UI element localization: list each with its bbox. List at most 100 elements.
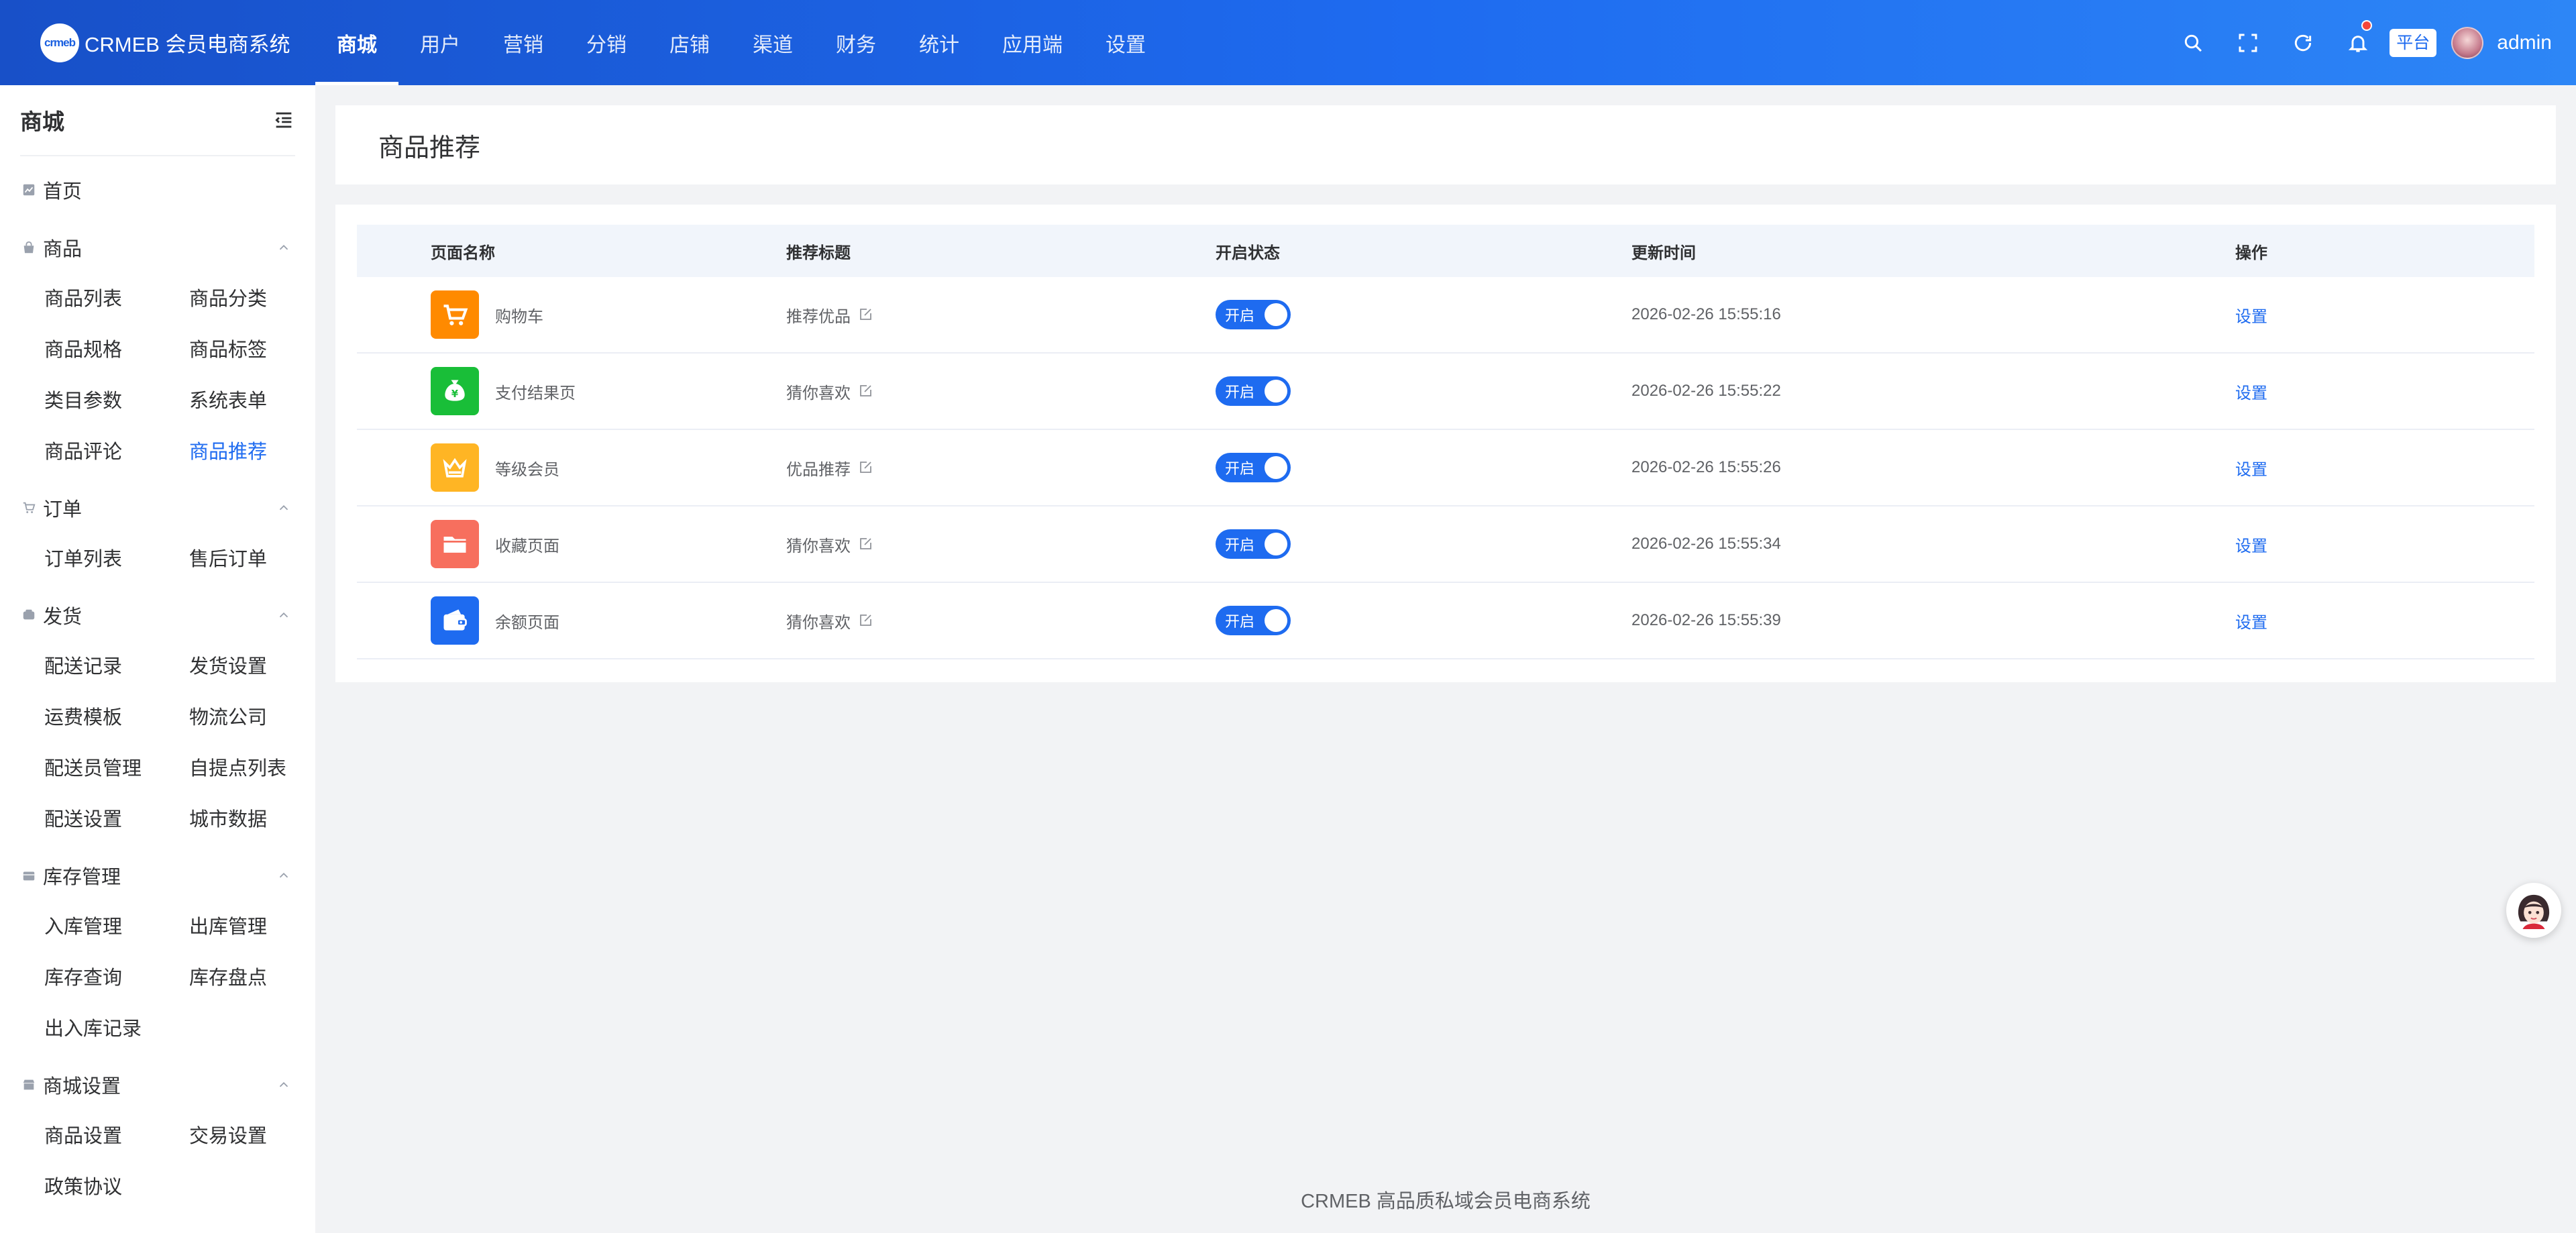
sidebar-item-freight-template[interactable]: 运费模板 <box>44 690 189 741</box>
row-page-name: 购物车 <box>495 307 543 326</box>
fullscreen-icon[interactable] <box>2220 0 2275 85</box>
topnav-item-statistics[interactable]: 统计 <box>898 0 981 85</box>
sidebar-item-courier-manage[interactable]: 配送员管理 <box>44 741 189 792</box>
sidebar-item-order-list[interactable]: 订单列表 <box>44 532 189 583</box>
row-updated-time: 2026-02-26 15:55:16 <box>1631 305 1781 323</box>
chevron-up-icon <box>279 872 288 878</box>
toggle-label: 开启 <box>1225 537 1255 553</box>
edit-icon[interactable] <box>857 536 873 552</box>
refresh-icon[interactable] <box>2275 0 2330 85</box>
edit-icon[interactable] <box>857 612 873 629</box>
edit-icon[interactable] <box>857 307 873 323</box>
sidebar-item-system-form[interactable]: 系统表单 <box>189 374 315 425</box>
row-title: 猜你喜欢 <box>786 613 851 632</box>
cart-icon <box>431 290 479 339</box>
sidebar-item-stock-out[interactable]: 出库管理 <box>189 900 315 951</box>
sidebar-item-delivery-settings[interactable]: 发货设置 <box>189 639 315 690</box>
collapse-menu-icon[interactable] <box>272 109 295 131</box>
toggle-label: 开启 <box>1225 307 1255 324</box>
header-tools: 平台 admin <box>2165 0 2556 85</box>
edit-icon[interactable] <box>857 383 873 399</box>
sidebar-group-label: 商品 <box>43 239 83 260</box>
topnav-item-distribution[interactable]: 分销 <box>565 0 648 85</box>
topnav-item-marketing[interactable]: 营销 <box>482 0 565 85</box>
table-row: 余额页面 猜你喜欢 开启 2026-02-26 15:55:39 设置 <box>357 583 2534 659</box>
sidebar-item-policy[interactable]: 政策协议 <box>44 1160 189 1211</box>
table-row: ¥ 支付结果页 猜你喜欢 开启 2026-02-26 15:55:22 设置 <box>357 354 2534 430</box>
avatar[interactable] <box>2451 26 2484 59</box>
brand[interactable]: crmeb CRMEB 会员电商系统 <box>0 0 315 85</box>
toggle-label: 开启 <box>1225 613 1255 630</box>
recommend-table-panel: 页面名称 推荐标题 开启状态 更新时间 操作 购物车 推荐优品 开启 2026-… <box>335 205 2556 682</box>
status-toggle[interactable]: 开启 <box>1216 606 1291 635</box>
row-updated-time: 2026-02-26 15:55:22 <box>1631 382 1781 400</box>
row-page-name: 等级会员 <box>495 460 559 479</box>
topnav-item-user[interactable]: 用户 <box>398 0 482 85</box>
sidebar-group-head-delivery[interactable]: 发货 <box>0 591 315 639</box>
topnav-item-shop[interactable]: 商城 <box>315 0 398 85</box>
topnav-item-finance[interactable]: 财务 <box>814 0 898 85</box>
sidebar-item-logistics-company[interactable]: 物流公司 <box>189 690 315 741</box>
customer-service-avatar[interactable] <box>2506 883 2561 938</box>
row-settings-link[interactable]: 设置 <box>2235 537 2267 555</box>
crown-icon <box>431 443 479 492</box>
row-updated-time: 2026-02-26 15:55:39 <box>1631 611 1781 629</box>
sidebar-item-product-review[interactable]: 商品评论 <box>44 425 189 476</box>
table-row: 收藏页面 猜你喜欢 开启 2026-02-26 15:55:34 设置 <box>357 506 2534 583</box>
sidebar-group-head-inventory[interactable]: 库存管理 <box>0 851 315 900</box>
status-toggle[interactable]: 开启 <box>1216 453 1291 482</box>
status-toggle[interactable]: 开启 <box>1216 300 1291 329</box>
sidebar-item-product-tag[interactable]: 商品标签 <box>189 323 315 374</box>
sidebar-item-product-spec[interactable]: 商品规格 <box>44 323 189 374</box>
page-footer: CRMEB 高品质私域会员电商系统 <box>1301 1191 1591 1212</box>
bell-icon[interactable] <box>2330 0 2385 85</box>
sidebar-item-product-recommend[interactable]: 商品推荐 <box>189 425 315 476</box>
sidebar-item-aftersale-order[interactable]: 售后订单 <box>189 532 315 583</box>
topnav-item-app[interactable]: 应用端 <box>981 0 1084 85</box>
sidebar-item-stock-records[interactable]: 出入库记录 <box>44 1002 189 1053</box>
sidebar-item-product-settings[interactable]: 商品设置 <box>44 1109 189 1160</box>
row-settings-link[interactable]: 设置 <box>2235 614 2267 632</box>
sidebar-group-order: 订单 订单列表 售后订单 <box>0 484 315 583</box>
sidebar-item-trade-settings[interactable]: 交易设置 <box>189 1109 315 1160</box>
topnav-item-store[interactable]: 店铺 <box>648 0 731 85</box>
sidebar-item-dispatch-settings[interactable]: 配送设置 <box>44 792 189 843</box>
home-icon <box>23 184 35 196</box>
sidebar-item-home[interactable]: 首页 <box>0 164 315 215</box>
sidebar-group-head-order[interactable]: 订单 <box>0 484 315 532</box>
status-toggle[interactable]: 开启 <box>1216 529 1291 559</box>
search-icon[interactable] <box>2165 0 2220 85</box>
topnav-item-settings[interactable]: 设置 <box>1084 0 1167 85</box>
chevron-up-icon <box>279 504 288 511</box>
sidebar-item-label: 首页 <box>43 181 83 203</box>
row-settings-link[interactable]: 设置 <box>2235 384 2267 403</box>
sidebar-group-head-product[interactable]: 商品 <box>0 223 315 272</box>
row-settings-link[interactable]: 设置 <box>2235 461 2267 479</box>
sidebar-item-product-category[interactable]: 商品分类 <box>189 272 315 323</box>
sidebar-group-label: 发货 <box>43 606 83 628</box>
sidebar-group-head-shop-settings[interactable]: 商城设置 <box>0 1061 315 1109</box>
truck-icon <box>23 609 35 620</box>
assistant-icon <box>2512 889 2555 932</box>
edit-icon[interactable] <box>857 460 873 476</box>
username[interactable]: admin <box>2497 32 2552 54</box>
top-bar: crmeb CRMEB 会员电商系统 商城 用户 营销 分销 店铺 渠道 财务 … <box>0 0 2576 85</box>
row-updated-time: 2026-02-26 15:55:26 <box>1631 458 1781 476</box>
page-title: 商品推荐 <box>378 133 481 162</box>
sidebar-item-city-data[interactable]: 城市数据 <box>189 792 315 843</box>
sidebar-item-product-list[interactable]: 商品列表 <box>44 272 189 323</box>
sidebar-item-delivery-record[interactable]: 配送记录 <box>44 639 189 690</box>
platform-badge[interactable]: 平台 <box>2390 28 2437 57</box>
topnav-item-channel[interactable]: 渠道 <box>731 0 814 85</box>
store-icon <box>23 1079 35 1090</box>
sidebar-item-stock-query[interactable]: 库存查询 <box>44 951 189 1002</box>
sidebar-item-category-params[interactable]: 类目参数 <box>44 374 189 425</box>
row-settings-link[interactable]: 设置 <box>2235 308 2267 326</box>
status-toggle[interactable]: 开启 <box>1216 376 1291 406</box>
sidebar-item-stock-check[interactable]: 库存盘点 <box>189 951 315 1002</box>
sidebar-item-stock-in[interactable]: 入库管理 <box>44 900 189 951</box>
money-bag-icon: ¥ <box>431 367 479 415</box>
sidebar-item-pickup-list[interactable]: 自提点列表 <box>189 741 315 792</box>
row-title: 猜你喜欢 <box>786 384 851 403</box>
chevron-up-icon <box>279 612 288 618</box>
